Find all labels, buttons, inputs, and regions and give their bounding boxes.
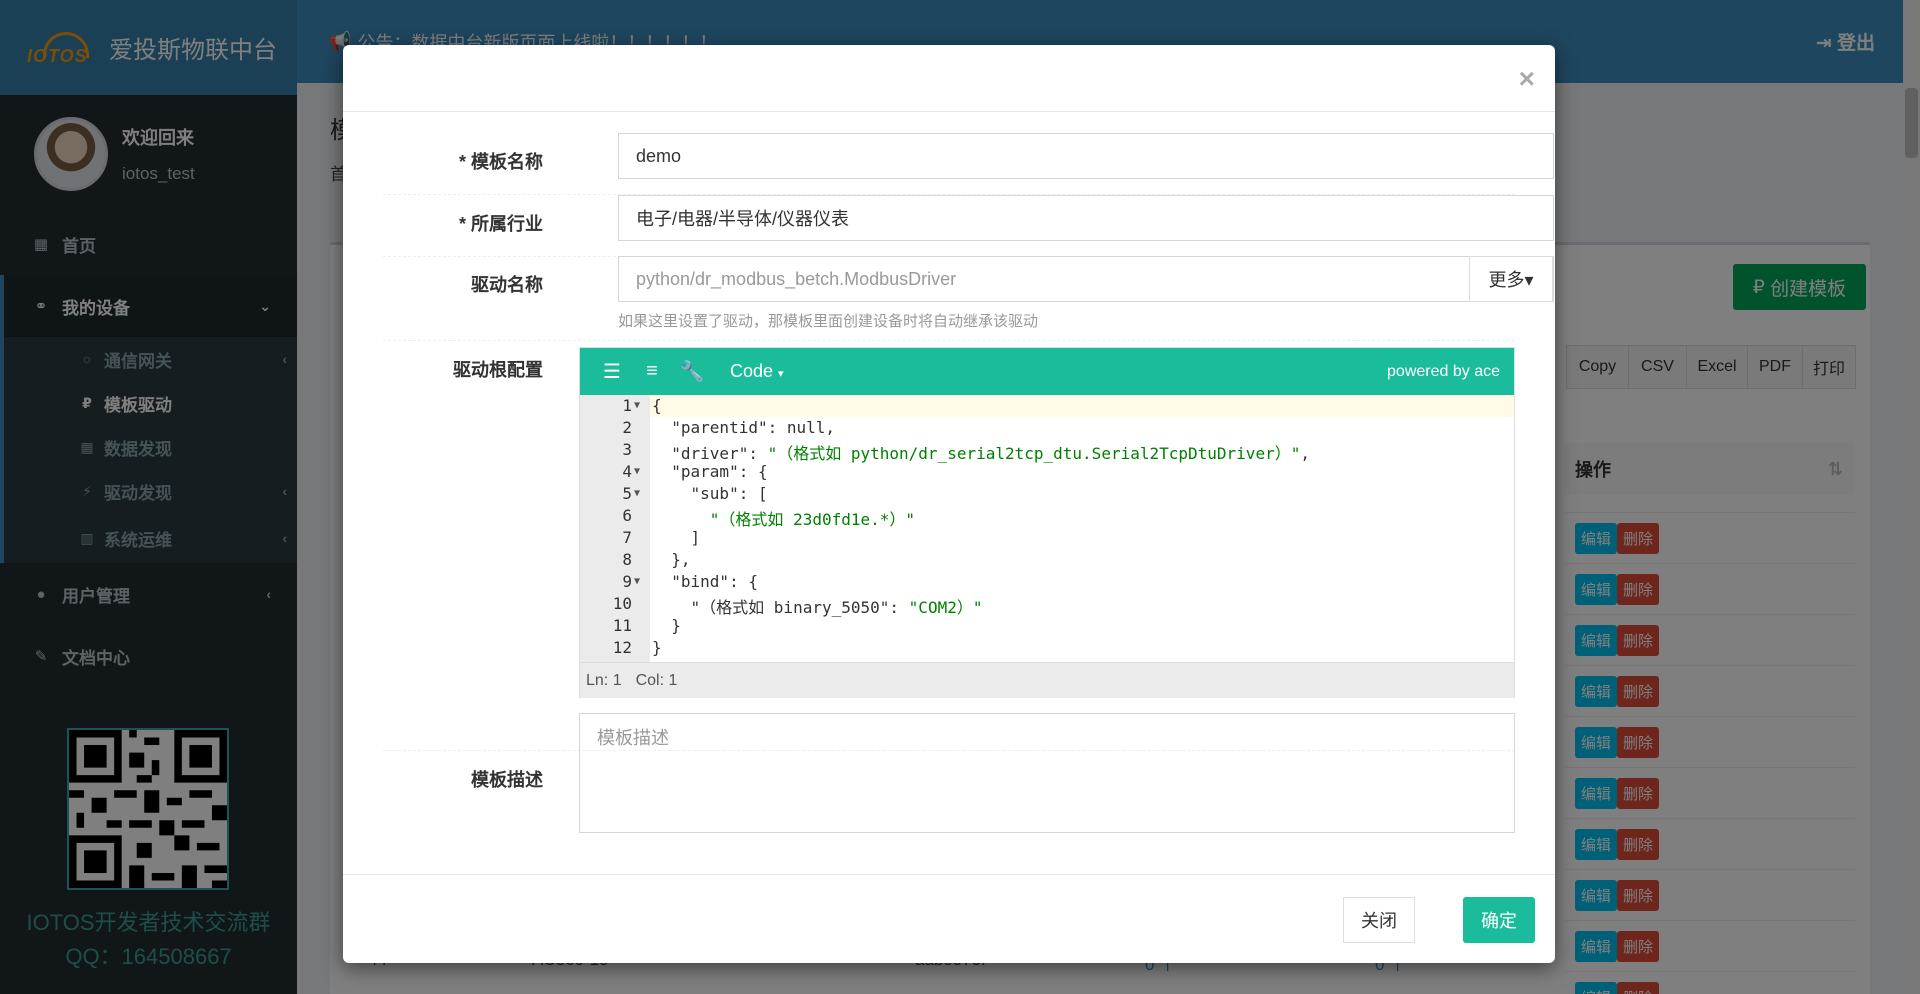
industry-label: * 所属行业 — [458, 214, 543, 234]
code-line: "（格式如 binary_5050": "COM2）" — [652, 598, 983, 617]
code-line: "param": { — [652, 462, 768, 481]
code-line: "bind": { — [652, 572, 758, 591]
wrench-icon[interactable]: 🔧 — [672, 348, 712, 395]
editor-toolbar: ☰ ≡ 🔧 Code ▾ powered by ace — [580, 348, 1514, 395]
line-number: 2 — [622, 418, 632, 437]
line-number: 11 — [612, 616, 632, 635]
fold-icon[interactable]: ▼ — [634, 400, 640, 411]
fold-icon[interactable]: ▼ — [634, 488, 640, 499]
driver-input[interactable]: python/dr_modbus_betch.ModbusDriver 更多▾ — [618, 256, 1554, 302]
close-button[interactable]: 关闭 — [1343, 897, 1415, 943]
name-row: * 模板名称 demo — [383, 133, 1554, 195]
code-line: } — [652, 616, 681, 635]
description-textarea[interactable]: 模板描述 — [579, 713, 1515, 833]
editor-statusbar: Ln: 1 Col: 1 — [580, 662, 1514, 698]
driver-help-text: 如果这里设置了驱动，那模板里面创建设备时将自动继承该驱动 — [618, 313, 1039, 330]
fold-icon[interactable]: ▼ — [634, 466, 640, 477]
driver-row: 驱动名称 python/dr_modbus_betch.ModbusDriver… — [383, 256, 1554, 341]
code-line: "sub": [ — [652, 484, 768, 503]
code-line: "（格式如 23d0fd1e.*）" — [709, 510, 916, 529]
line-number: 3 — [622, 440, 632, 459]
code-line: "driver": "（格式如 python/dr_serial2tcp_dtu… — [652, 444, 1310, 463]
code-line: }, — [652, 550, 691, 569]
line-number: 8 — [622, 550, 632, 569]
driver-label: 驱动名称 — [471, 275, 543, 295]
desc-label: 模板描述 — [471, 770, 543, 790]
status-ln: Ln: 1 — [586, 671, 622, 689]
code-area[interactable]: 1 ▼{2 "parentid": null, 3 "driver": "（格式如 … — [580, 395, 1514, 662]
line-number: 6 — [622, 506, 632, 525]
config-label: 驱动根配置 — [453, 360, 543, 380]
code-line: ] — [652, 528, 701, 547]
close-icon[interactable]: × — [1519, 63, 1535, 95]
code-line: { — [652, 396, 662, 415]
mode-dropdown[interactable]: Code ▾ — [730, 361, 784, 382]
template-name-label: * 模板名称 — [458, 152, 543, 172]
code-line: } — [652, 638, 662, 657]
compact-icon[interactable]: ≡ — [632, 348, 672, 395]
fold-icon[interactable]: ▼ — [634, 576, 640, 587]
industry-select[interactable]: 电子/电器/半导体/仪器仪表 — [618, 195, 1554, 241]
modal-header: × — [343, 45, 1555, 112]
powered-by-link[interactable]: powered by ace — [1387, 363, 1500, 381]
format-icon[interactable]: ☰ — [592, 348, 632, 395]
line-number: 1 — [622, 396, 632, 415]
line-number: 5 — [622, 484, 632, 503]
line-number: 12 — [612, 638, 632, 657]
more-dropdown-button[interactable]: 更多▾ — [1469, 256, 1553, 302]
line-number: 10 — [612, 594, 632, 613]
code-line: "parentid": null, — [652, 418, 836, 437]
status-col: Col: 1 — [635, 671, 678, 689]
line-number: 9 — [622, 572, 632, 591]
industry-row: * 所属行业 电子/电器/半导体/仪器仪表 — [383, 195, 1554, 257]
template-name-input[interactable]: demo — [618, 133, 1554, 179]
modal-footer: 关闭 确定 — [343, 874, 1555, 963]
json-editor[interactable]: ☰ ≡ 🔧 Code ▾ powered by ace 1 ▼{2 "parent… — [579, 347, 1515, 698]
line-number: 7 — [622, 528, 632, 547]
confirm-button[interactable]: 确定 — [1463, 897, 1535, 943]
line-number: 4 — [622, 462, 632, 481]
